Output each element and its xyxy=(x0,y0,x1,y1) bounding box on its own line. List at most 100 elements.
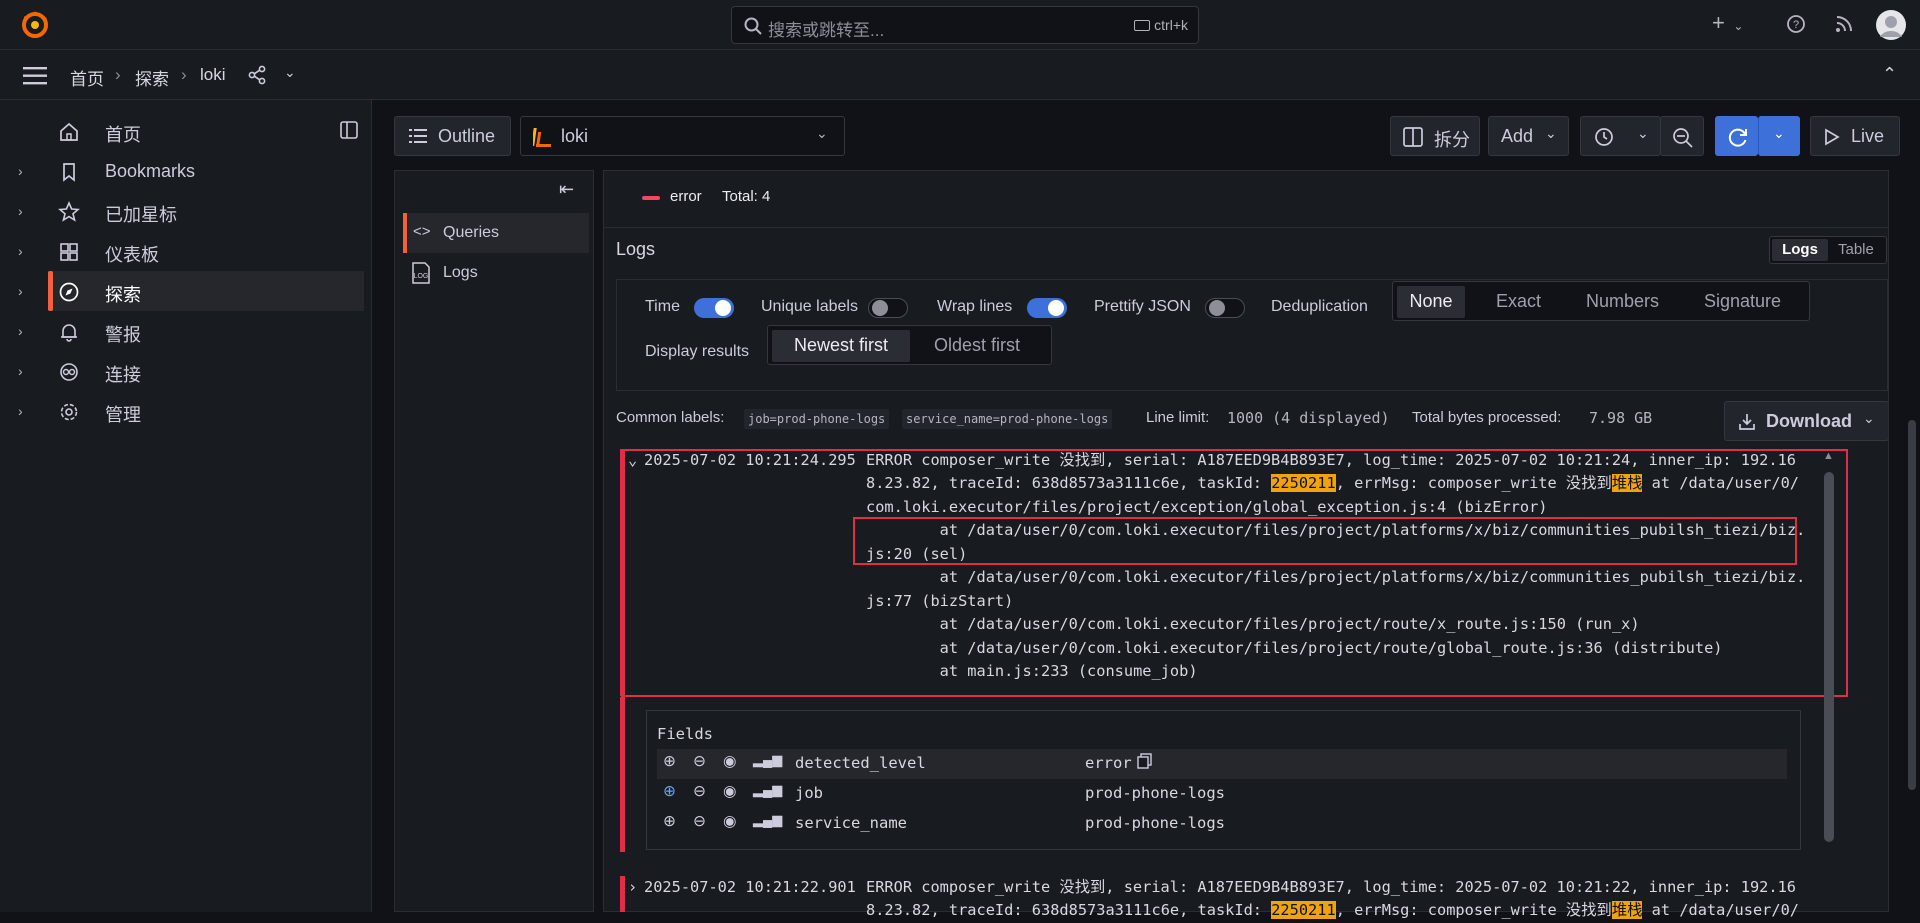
order-newest-first[interactable]: Newest first xyxy=(772,330,910,362)
common-labels-label: Common labels: xyxy=(616,409,725,426)
live-button[interactable]: Live xyxy=(1810,116,1900,156)
menu-icon[interactable] xyxy=(23,67,47,90)
chevron-right-icon[interactable]: › xyxy=(18,243,23,259)
dedup-signature[interactable]: Signature xyxy=(1704,286,1781,318)
common-label-chip: service_name=prod-phone-logs xyxy=(902,409,1113,429)
rss-icon[interactable] xyxy=(1835,15,1853,38)
chevron-right-icon[interactable]: › xyxy=(18,163,23,179)
eye-icon[interactable]: ◉ xyxy=(723,812,737,831)
search-input[interactable]: 搜索或跳转至... ctrl+k xyxy=(731,6,1199,44)
line-limit-label: Line limit: xyxy=(1146,409,1210,426)
chevron-right-icon[interactable]: › xyxy=(18,203,23,219)
collapse-outline-icon[interactable]: ⇤ xyxy=(559,179,574,200)
sidebar-item-administration[interactable]: › 管理 xyxy=(0,391,372,431)
sidebar-item-dashboards[interactable]: › 仪表板 xyxy=(0,231,372,271)
sidebar-item-explore-content[interactable]: › 探索 xyxy=(0,271,372,311)
dedup-numbers[interactable]: Numbers xyxy=(1586,286,1659,318)
sidebar-item-alerting[interactable]: › 警报 xyxy=(0,311,372,351)
split-button[interactable]: 拆分 xyxy=(1390,116,1480,156)
help-icon[interactable]: ? xyxy=(1786,14,1806,39)
share-icon[interactable] xyxy=(247,65,267,90)
sidebar-item-bookmarks[interactable]: › Bookmarks xyxy=(0,151,372,191)
log-message-line: ERROR composer_write 没找到, serial: A187EE… xyxy=(866,451,1797,469)
dedup-exact[interactable]: Exact xyxy=(1496,286,1541,318)
unique-labels-toggle[interactable] xyxy=(868,298,908,318)
compass-icon xyxy=(58,281,80,303)
log-details-fields: Fields ⊕ ⊖ ◉ ▂▄▆ detected_level error ⊕ … xyxy=(646,710,1801,850)
add-menu-button[interactable]: + ⌄ xyxy=(1712,12,1743,35)
sidebar-item-starred[interactable]: › 已加星标 xyxy=(0,191,372,231)
log-options: Time Unique labels Wrap lines Prettify J… xyxy=(616,279,1888,391)
sidebar-item-home[interactable]: 首页 xyxy=(0,111,372,151)
dedup-none[interactable]: None xyxy=(1397,286,1465,318)
order-oldest-first[interactable]: Oldest first xyxy=(934,330,1020,362)
chevron-right-icon[interactable]: › xyxy=(18,323,23,339)
breadcrumb-home[interactable]: 首页 xyxy=(70,65,104,90)
split-icon xyxy=(1403,127,1423,152)
field-value: error xyxy=(1085,754,1132,772)
sort-order-selector: Newest first Oldest first xyxy=(767,325,1052,365)
breadcrumb-explore[interactable]: 探索 xyxy=(135,65,169,90)
toggle-knob xyxy=(1209,300,1225,316)
chevron-down-icon: ⌄ xyxy=(1773,125,1785,141)
time-toggle[interactable] xyxy=(694,298,734,318)
filter-for-value-icon[interactable]: ⊕ xyxy=(663,812,676,831)
avatar-icon[interactable] xyxy=(1876,10,1906,45)
prettify-json-toggle[interactable] xyxy=(1205,298,1245,318)
outline-item-queries[interactable]: <> Queries xyxy=(403,213,589,253)
eye-icon[interactable]: ◉ xyxy=(723,752,737,771)
sidebar-item-label: 警报 xyxy=(105,325,141,345)
field-row[interactable]: ⊕ ⊖ ◉ ▂▄▆ service_name prod-phone-logs xyxy=(657,809,1787,839)
stats-icon[interactable]: ▂▄▆ xyxy=(753,782,782,798)
field-value: prod-phone-logs xyxy=(1085,814,1225,832)
run-query-button[interactable] xyxy=(1715,116,1758,156)
field-row[interactable]: ⊕ ⊖ ◉ ▂▄▆ detected_level error xyxy=(657,749,1787,779)
tab-table[interactable]: Table xyxy=(1838,239,1884,261)
sidebar-item-connections[interactable]: › 连接 xyxy=(0,351,372,391)
filter-out-value-icon[interactable]: ⊖ xyxy=(693,752,706,771)
download-button[interactable]: Download ⌄ xyxy=(1724,401,1888,441)
common-label-chip: job=prod-phone-logs xyxy=(744,409,890,429)
field-row[interactable]: ⊕ ⊖ ◉ ▂▄▆ job prod-phone-logs xyxy=(657,779,1787,809)
chevron-down-icon[interactable]: ⌄ xyxy=(628,449,637,473)
chevron-down-icon: ⌄ xyxy=(1863,410,1875,426)
sidebar-item-label: 管理 xyxy=(105,405,141,425)
copy-icon[interactable] xyxy=(1137,753,1153,774)
grafana-logo-icon[interactable] xyxy=(20,10,50,40)
refresh-interval-button[interactable]: ⌄ xyxy=(1758,116,1800,156)
outline-toggle-button[interactable]: Outline xyxy=(394,116,511,156)
add-button[interactable]: Add ⌄ xyxy=(1488,116,1569,156)
filter-out-value-icon[interactable]: ⊖ xyxy=(693,812,706,831)
datasource-name: loki xyxy=(561,126,589,146)
chevron-right-icon[interactable]: › xyxy=(18,403,23,419)
wrap-lines-toggle[interactable] xyxy=(1027,298,1067,318)
outline-item-label: Logs xyxy=(443,264,478,281)
logs-scrollbar[interactable]: ▲ xyxy=(1822,450,1836,845)
filter-out-value-icon[interactable]: ⊖ xyxy=(693,782,706,801)
collapse-header-icon[interactable]: ⌃ xyxy=(1882,64,1897,85)
live-label: Live xyxy=(1851,126,1885,146)
loki-logo-icon xyxy=(531,126,553,153)
zoom-out-icon xyxy=(1672,127,1694,154)
time-picker-button[interactable]: ⌄ xyxy=(1580,116,1661,156)
display-results-label: Display results xyxy=(645,343,750,360)
chevron-right-icon[interactable]: › xyxy=(18,283,23,299)
keyboard-icon xyxy=(1134,20,1151,31)
fields-title: Fields xyxy=(657,725,713,743)
zoom-out-button[interactable] xyxy=(1660,116,1704,156)
scroll-up-icon[interactable]: ▲ xyxy=(1823,450,1834,462)
filter-for-value-icon[interactable]: ⊕ xyxy=(663,782,676,801)
stats-icon[interactable]: ▂▄▆ xyxy=(753,752,782,768)
page-scrollbar-thumb[interactable] xyxy=(1908,420,1916,790)
filter-for-value-icon[interactable]: ⊕ xyxy=(663,752,676,771)
chevron-right-icon[interactable]: › xyxy=(18,363,23,379)
stats-icon[interactable]: ▂▄▆ xyxy=(753,812,782,828)
chevron-right-icon[interactable]: › xyxy=(628,876,637,900)
scrollbar-thumb[interactable] xyxy=(1824,472,1834,842)
tab-logs[interactable]: Logs xyxy=(1772,239,1828,261)
outline-item-logs[interactable]: LOG Logs xyxy=(403,253,589,293)
star-icon xyxy=(58,200,80,223)
datasource-picker[interactable]: loki ⌄ xyxy=(520,116,845,156)
eye-icon[interactable]: ◉ xyxy=(723,782,737,801)
share-chevron-down-icon[interactable]: ⌄ xyxy=(284,64,296,81)
